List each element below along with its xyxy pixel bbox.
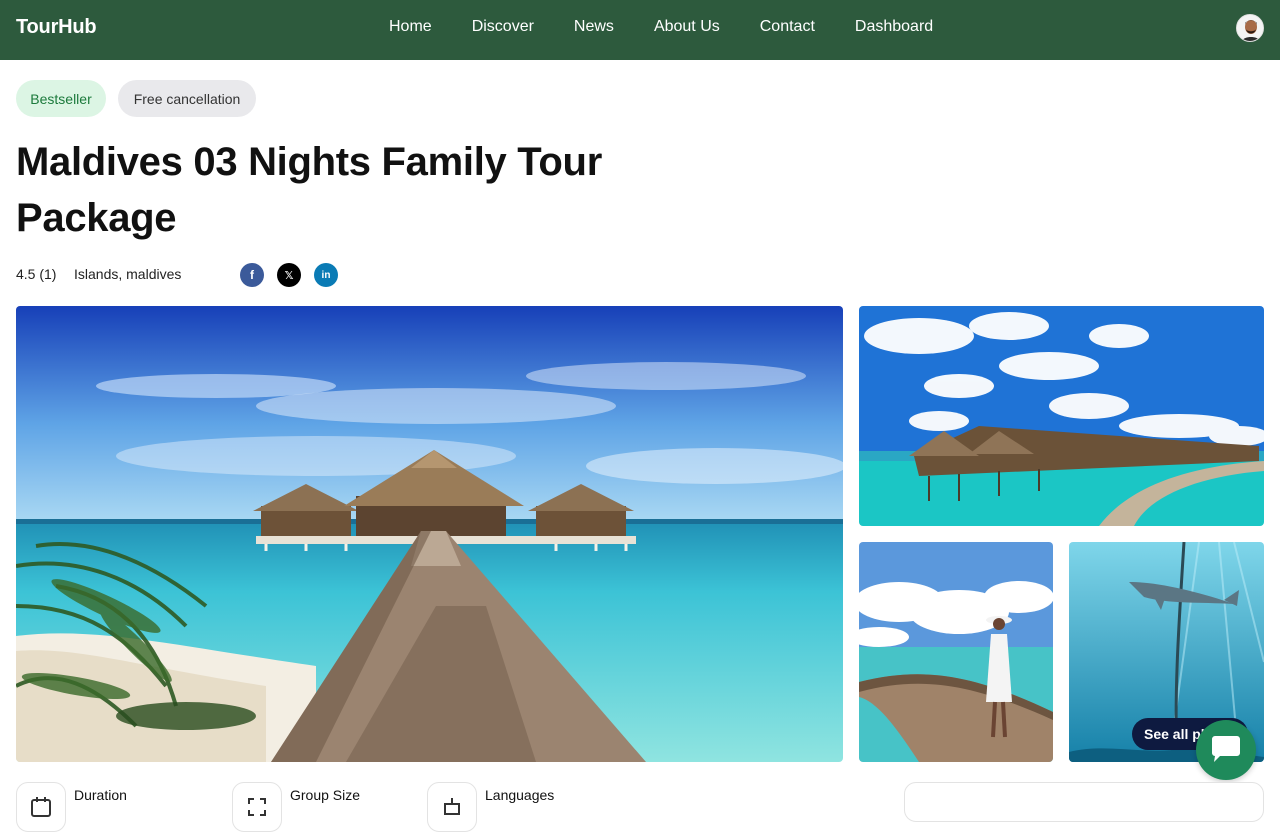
linkedin-glyph: in [321, 269, 331, 281]
facebook-share-icon[interactable]: f [240, 263, 264, 287]
duration-label: Duration [74, 787, 127, 803]
user-avatar[interactable] [1236, 14, 1264, 42]
nav-dashboard[interactable]: Dashboard [855, 18, 933, 36]
free-cancellation-badge: Free cancellation [118, 80, 256, 117]
booking-card [904, 782, 1264, 822]
nav-news[interactable]: News [574, 18, 614, 36]
facebook-glyph: f [250, 268, 254, 282]
bestseller-badge: Bestseller [16, 80, 106, 117]
site-logo[interactable]: TourHub [16, 16, 97, 39]
top-navbar: TourHub Home Discover News About Us Cont… [0, 0, 1280, 60]
gallery-photo-overwater-villas[interactable] [859, 306, 1264, 526]
tour-location: Islands, maldives [74, 266, 182, 282]
main-gallery-photo[interactable] [16, 306, 843, 762]
language-icon [427, 782, 477, 832]
calendar-icon [16, 782, 66, 832]
nav-home[interactable]: Home [389, 18, 432, 36]
group-size-label: Group Size [290, 787, 361, 803]
tour-rating: 4.5 (1) [16, 266, 57, 282]
nav-discover[interactable]: Discover [472, 18, 534, 36]
nav-about-us[interactable]: About Us [654, 18, 720, 36]
linkedin-share-icon[interactable]: in [314, 263, 338, 287]
x-share-icon[interactable]: 𝕏 [277, 263, 301, 287]
tour-title: Maldives 03 Nights Family Tour Package [16, 140, 602, 240]
chat-icon [1212, 736, 1240, 762]
gallery-photo-woman-on-jetty[interactable] [859, 542, 1053, 762]
languages-label: Languages [485, 787, 555, 803]
group-icon [232, 782, 282, 832]
main-nav: Home Discover News About Us Contact Dash… [389, 18, 933, 36]
chat-bubble-button[interactable] [1196, 720, 1256, 780]
x-glyph: 𝕏 [284, 269, 294, 282]
nav-contact[interactable]: Contact [760, 18, 815, 36]
